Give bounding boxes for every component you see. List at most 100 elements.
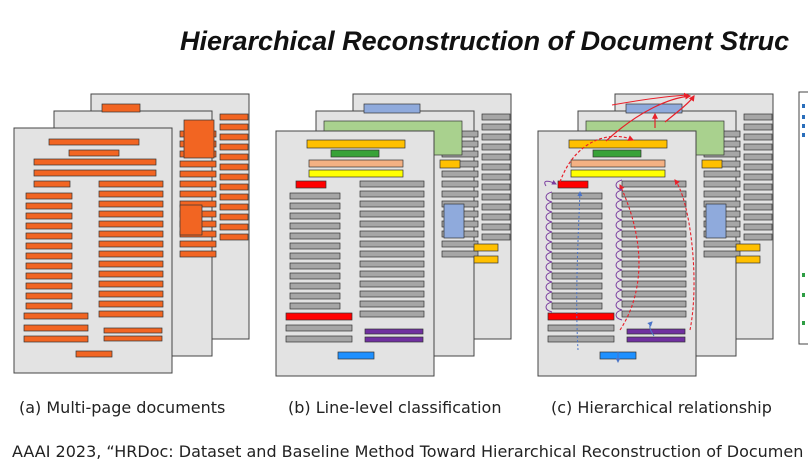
body-line-right <box>98 190 164 198</box>
front-page-hierarchy <box>537 130 697 377</box>
paragraph-line <box>289 282 341 290</box>
footnote-line <box>364 328 424 335</box>
back-page-line <box>219 213 249 221</box>
back-page-line <box>743 223 773 231</box>
footnote-line <box>626 336 686 343</box>
body-line-left <box>25 202 73 210</box>
back-page-figure <box>183 119 215 159</box>
body-line-right <box>98 230 164 238</box>
paragraph-line <box>621 200 687 208</box>
title-line <box>33 169 157 177</box>
middle-page-line <box>441 250 479 258</box>
back-page-line <box>481 223 511 231</box>
back-page-line <box>481 113 511 121</box>
middle-page-figure <box>443 203 465 239</box>
body-line-right <box>98 310 164 318</box>
paragraph-line <box>359 180 425 188</box>
middle-page-line <box>179 160 217 168</box>
footnote-line <box>103 335 163 342</box>
paragraph-line <box>359 260 425 268</box>
paragraph-line <box>289 252 341 260</box>
back-page-line <box>481 213 511 221</box>
body-line-left <box>25 252 73 260</box>
middle-page-line <box>703 250 741 258</box>
footnote-line <box>103 327 163 334</box>
body-line-right <box>98 220 164 228</box>
author-line <box>330 149 380 158</box>
paragraph-line <box>551 242 603 250</box>
paragraph-line <box>289 262 341 270</box>
back-page-section <box>735 243 761 252</box>
back-page-line <box>481 143 511 151</box>
abstract-line <box>570 169 666 178</box>
title-line <box>48 138 140 146</box>
back-page-line <box>219 233 249 241</box>
back-page-line <box>219 123 249 131</box>
body-line-right <box>98 280 164 288</box>
back-page-line <box>481 203 511 211</box>
json-output-token <box>802 104 805 108</box>
paragraph-line <box>289 222 341 230</box>
caption-line-level-classification: (b) Line-level classification <box>288 398 502 417</box>
paragraph-line <box>359 290 425 298</box>
footnote-line <box>364 336 424 343</box>
title-line <box>306 139 406 149</box>
back-page-line <box>743 163 773 171</box>
body-line-left <box>25 232 73 240</box>
middle-page-line <box>441 180 479 188</box>
json-output-page <box>798 91 808 345</box>
paragraph-line <box>289 302 341 310</box>
middle-page-line <box>703 240 741 248</box>
back-page-line <box>481 183 511 191</box>
paragraph-line <box>621 230 687 238</box>
body-line-right <box>98 300 164 308</box>
back-page-section <box>735 255 761 264</box>
paragraph-line <box>289 212 341 220</box>
paragraph-line <box>359 200 425 208</box>
back-page-line <box>219 223 249 231</box>
back-page-line <box>481 233 511 241</box>
front-page-classified <box>275 130 435 377</box>
back-page-line <box>743 213 773 221</box>
paragraph-line <box>359 270 425 278</box>
back-page-line <box>219 113 249 121</box>
paragraph-line <box>547 324 615 332</box>
paragraph-line <box>621 250 687 258</box>
body-line-right <box>98 250 164 258</box>
paragraph-line <box>551 222 603 230</box>
paragraph-line <box>289 242 341 250</box>
paragraph-line <box>359 240 425 248</box>
paragraph-line <box>359 310 425 318</box>
back-page-line <box>743 113 773 121</box>
back-page-line <box>219 173 249 181</box>
paragraph-line <box>621 270 687 278</box>
back-page-line <box>743 203 773 211</box>
paragraph-line <box>621 260 687 268</box>
caption-hierarchical-relationship: (c) Hierarchical relationship <box>551 398 772 417</box>
back-page-line <box>481 163 511 171</box>
middle-page-line <box>441 240 479 248</box>
author-line <box>592 149 642 158</box>
body-line-left <box>25 272 73 280</box>
paragraph-line <box>289 272 341 280</box>
back-page-line <box>219 153 249 161</box>
paragraph-line <box>289 202 341 210</box>
middle-page-line <box>179 180 217 188</box>
paragraph-line <box>551 212 603 220</box>
json-output-token <box>802 133 805 137</box>
json-output-token <box>802 273 805 277</box>
back-page-line <box>481 133 511 141</box>
paragraph-line <box>621 220 687 228</box>
back-page-line <box>481 193 511 201</box>
abstract-line <box>308 169 404 178</box>
json-output-token <box>802 115 805 119</box>
back-page-section <box>473 255 499 264</box>
paragraph-line <box>289 192 341 200</box>
affiliation-line <box>308 159 404 168</box>
footnote-line <box>23 335 89 343</box>
paragraph-line <box>359 230 425 238</box>
second-level-heading <box>547 312 615 321</box>
back-page-line <box>743 143 773 151</box>
back-page-line <box>219 193 249 201</box>
back-page-line <box>481 123 511 131</box>
